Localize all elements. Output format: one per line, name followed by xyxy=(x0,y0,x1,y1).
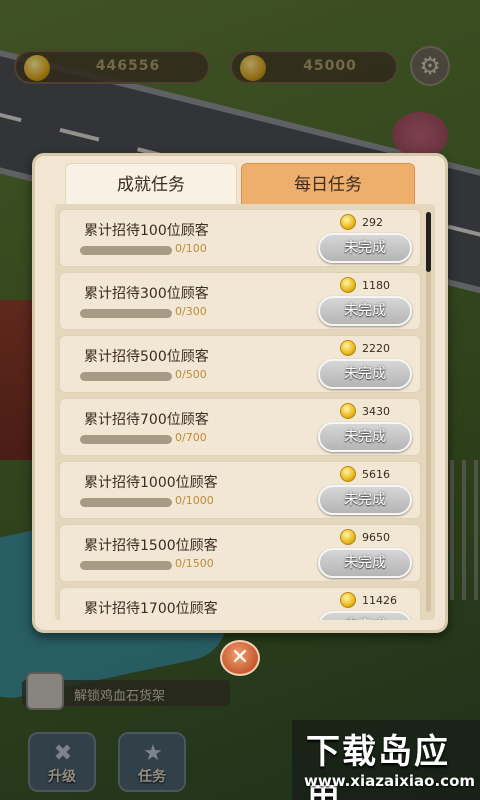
claim-button[interactable]: 未完成 xyxy=(318,485,412,515)
progress-bar xyxy=(80,561,172,570)
progress-bar xyxy=(80,498,172,507)
claim-button[interactable]: 未完成 xyxy=(318,233,412,263)
task-list: 累计招待100位顾客 0/100 292 未完成 累计招待300位顾客 0/300 1180… xyxy=(59,209,421,620)
claim-button[interactable]: 未完成 xyxy=(318,548,412,578)
task-title: 累计招待1500位顾客 xyxy=(84,538,218,554)
reward: 11426 xyxy=(340,592,397,608)
progress-text: 0/700 xyxy=(175,431,207,444)
claim-button[interactable]: 未完成 xyxy=(318,359,412,389)
progress-text: 0/500 xyxy=(175,368,207,381)
task-title: 累计招待700位顾客 xyxy=(84,412,209,428)
task-row: 累计招待700位顾客 0/700 3430 未完成 xyxy=(59,398,421,456)
task-title: 累计招待500位顾客 xyxy=(84,349,209,365)
reward-value: 11426 xyxy=(362,593,397,607)
reward: 5616 xyxy=(340,466,390,482)
reward-value: 3430 xyxy=(362,404,390,418)
claim-button[interactable]: 未完成 xyxy=(318,296,412,326)
reward: 2220 xyxy=(340,340,390,356)
task-row: 累计招待1500位顾客 0/1500 9650 未完成 xyxy=(59,524,421,582)
coin-icon xyxy=(340,277,356,293)
coin-icon xyxy=(340,340,356,356)
scroll-thumb[interactable] xyxy=(426,212,431,272)
reward-value: 1180 xyxy=(362,278,390,292)
claim-button[interactable]: 未完成 xyxy=(318,611,412,620)
progress-text: 0/1000 xyxy=(175,494,214,507)
coin-icon xyxy=(340,214,356,230)
coin-icon xyxy=(340,592,356,608)
scrollbar[interactable] xyxy=(426,212,431,612)
progress-text: 0/1500 xyxy=(175,557,214,570)
reward-value: 2220 xyxy=(362,341,390,355)
tab-achievement-tasks[interactable]: 成就任务 xyxy=(65,163,237,205)
reward-value: 5616 xyxy=(362,467,390,481)
reward-value: 9650 xyxy=(362,530,390,544)
close-icon[interactable]: ✕ xyxy=(220,640,260,676)
watermark: 下载岛应用 www.xiazaixiao.com xyxy=(292,720,480,800)
task-row: 累计招待1000位顾客 0/1000 5616 未完成 xyxy=(59,461,421,519)
task-title: 累计招待1700位顾客 xyxy=(84,601,218,617)
progress-text: 0/100 xyxy=(175,242,207,255)
progress-bar xyxy=(80,435,172,444)
task-title: 累计招待300位顾客 xyxy=(84,286,209,302)
reward: 292 xyxy=(340,214,383,230)
task-row: 累计招待100位顾客 0/100 292 未完成 xyxy=(59,209,421,267)
coin-icon xyxy=(340,403,356,419)
reward: 3430 xyxy=(340,403,390,419)
tab-daily-tasks[interactable]: 每日任务 xyxy=(241,163,415,205)
watermark-url: www.xiazaixiao.com xyxy=(304,772,476,790)
progress-text: 0/300 xyxy=(175,305,207,318)
progress-bar xyxy=(80,309,172,318)
progress-bar xyxy=(80,372,172,381)
task-list-panel[interactable]: 累计招待100位顾客 0/100 292 未完成 累计招待300位顾客 0/300 1180… xyxy=(55,204,435,620)
reward: 1180 xyxy=(340,277,390,293)
task-dialog: 成就任务 每日任务 累计招待100位顾客 0/100 292 未完成 累计招待300位顾… xyxy=(32,153,448,633)
task-title: 累计招待100位顾客 xyxy=(84,223,209,239)
coin-icon xyxy=(340,466,356,482)
progress-bar xyxy=(80,246,172,255)
coin-icon xyxy=(340,529,356,545)
task-row: 累计招待1700位顾客0/170011426未完成 xyxy=(59,587,421,620)
reward-value: 292 xyxy=(362,215,383,229)
task-row: 累计招待300位顾客 0/300 1180 未完成 xyxy=(59,272,421,330)
claim-button[interactable]: 未完成 xyxy=(318,422,412,452)
task-row: 累计招待500位顾客 0/500 2220 未完成 xyxy=(59,335,421,393)
task-title: 累计招待1000位顾客 xyxy=(84,475,218,491)
reward: 9650 xyxy=(340,529,390,545)
